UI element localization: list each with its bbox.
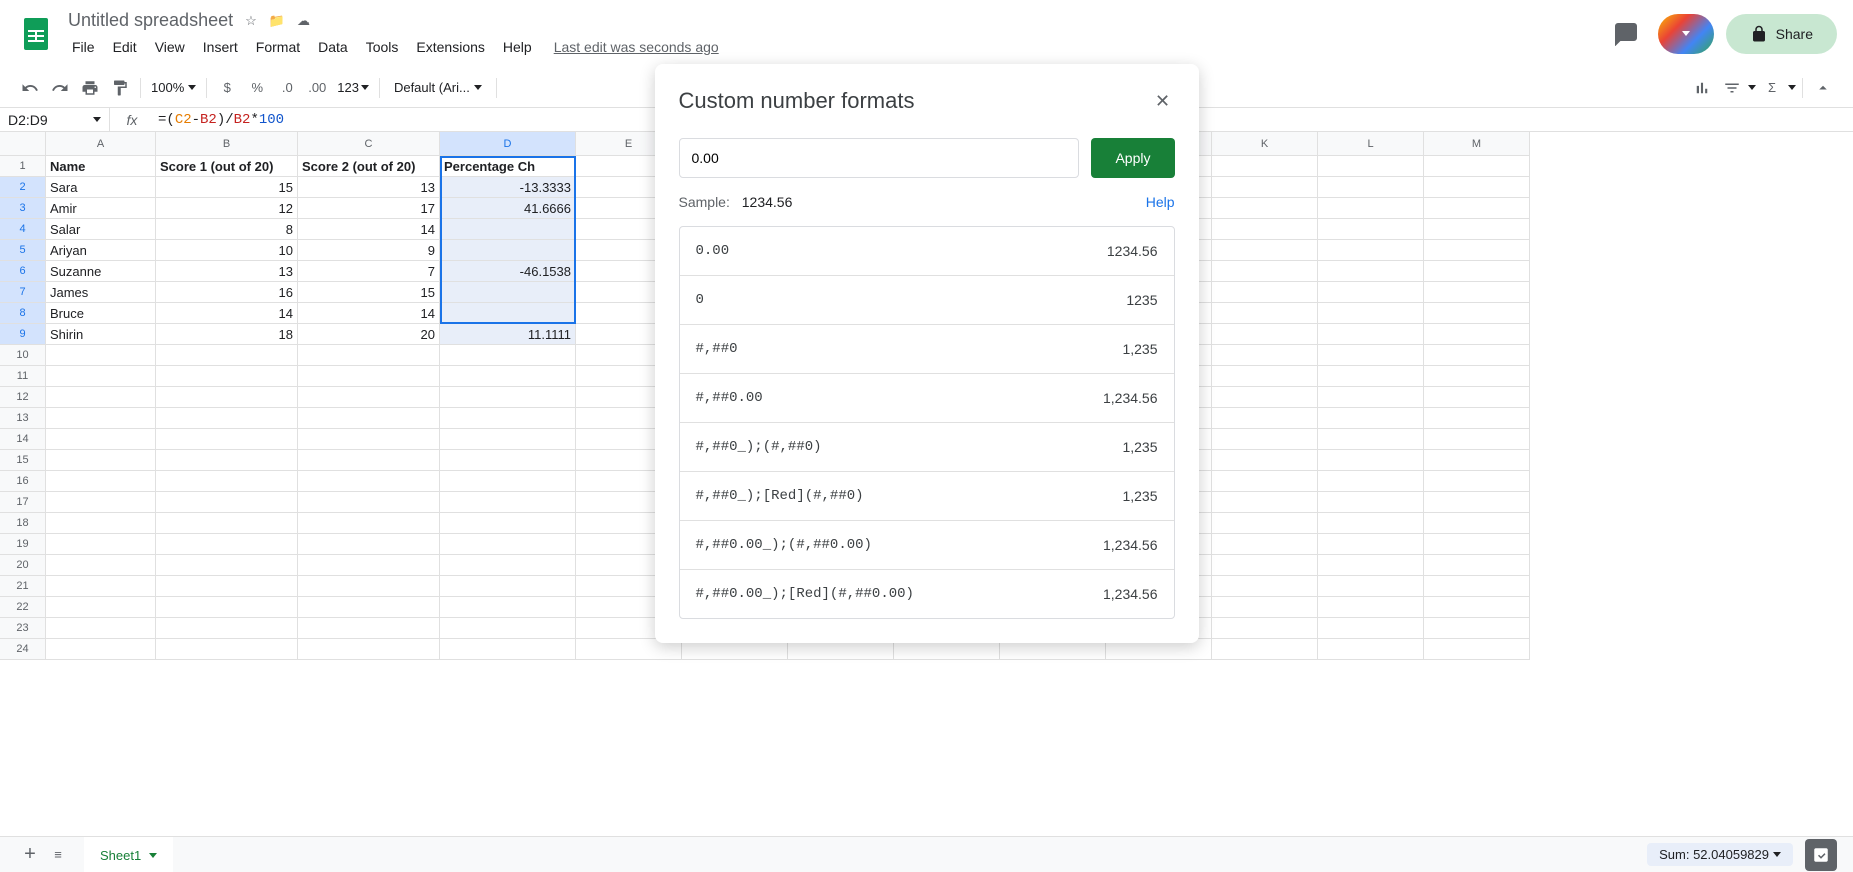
format-preview: 1235 bbox=[1126, 292, 1157, 308]
format-input[interactable] bbox=[679, 138, 1080, 178]
format-option[interactable]: 0 1235 bbox=[680, 276, 1174, 325]
format-pattern: 0.00 bbox=[696, 243, 730, 259]
format-pattern: #,##0_);(#,##0) bbox=[696, 439, 822, 455]
sample-label: Sample: 1234.56 bbox=[679, 194, 793, 210]
format-option[interactable]: #,##0_);[Red](#,##0) 1,235 bbox=[680, 472, 1174, 521]
format-preview: 1,234.56 bbox=[1103, 586, 1158, 602]
format-preview: 1,234.56 bbox=[1103, 390, 1158, 406]
format-option[interactable]: 0.00 1234.56 bbox=[680, 227, 1174, 276]
format-option[interactable]: #,##0.00 1,234.56 bbox=[680, 374, 1174, 423]
format-pattern: #,##0.00_);[Red](#,##0.00) bbox=[696, 586, 914, 602]
custom-number-formats-dialog: Custom number formats ✕ Apply Sample: 12… bbox=[655, 64, 1199, 643]
help-link[interactable]: Help bbox=[1146, 194, 1175, 210]
format-pattern: #,##0_);[Red](#,##0) bbox=[696, 488, 864, 504]
close-button[interactable]: ✕ bbox=[1151, 89, 1175, 113]
format-list: 0.00 1234.56 0 1235 #,##0 1,235 #,##0.00 1,234.… bbox=[679, 226, 1175, 619]
modal-overlay: Custom number formats ✕ Apply Sample: 12… bbox=[0, 0, 1853, 872]
format-preview: 1,234.56 bbox=[1103, 537, 1158, 553]
format-preview: 1,235 bbox=[1122, 439, 1157, 455]
format-preview: 1234.56 bbox=[1107, 243, 1158, 259]
format-option[interactable]: #,##0_);(#,##0) 1,235 bbox=[680, 423, 1174, 472]
format-pattern: #,##0.00 bbox=[696, 390, 763, 406]
format-preview: 1,235 bbox=[1122, 341, 1157, 357]
format-option[interactable]: #,##0.00_);(#,##0.00) 1,234.56 bbox=[680, 521, 1174, 570]
apply-button[interactable]: Apply bbox=[1091, 138, 1174, 178]
dialog-title: Custom number formats bbox=[679, 88, 915, 114]
format-pattern: #,##0.00_);(#,##0.00) bbox=[696, 537, 872, 553]
format-option[interactable]: #,##0.00_);[Red](#,##0.00) 1,234.56 bbox=[680, 570, 1174, 618]
format-pattern: #,##0 bbox=[696, 341, 738, 357]
format-option[interactable]: #,##0 1,235 bbox=[680, 325, 1174, 374]
format-preview: 1,235 bbox=[1122, 488, 1157, 504]
format-pattern: 0 bbox=[696, 292, 704, 308]
